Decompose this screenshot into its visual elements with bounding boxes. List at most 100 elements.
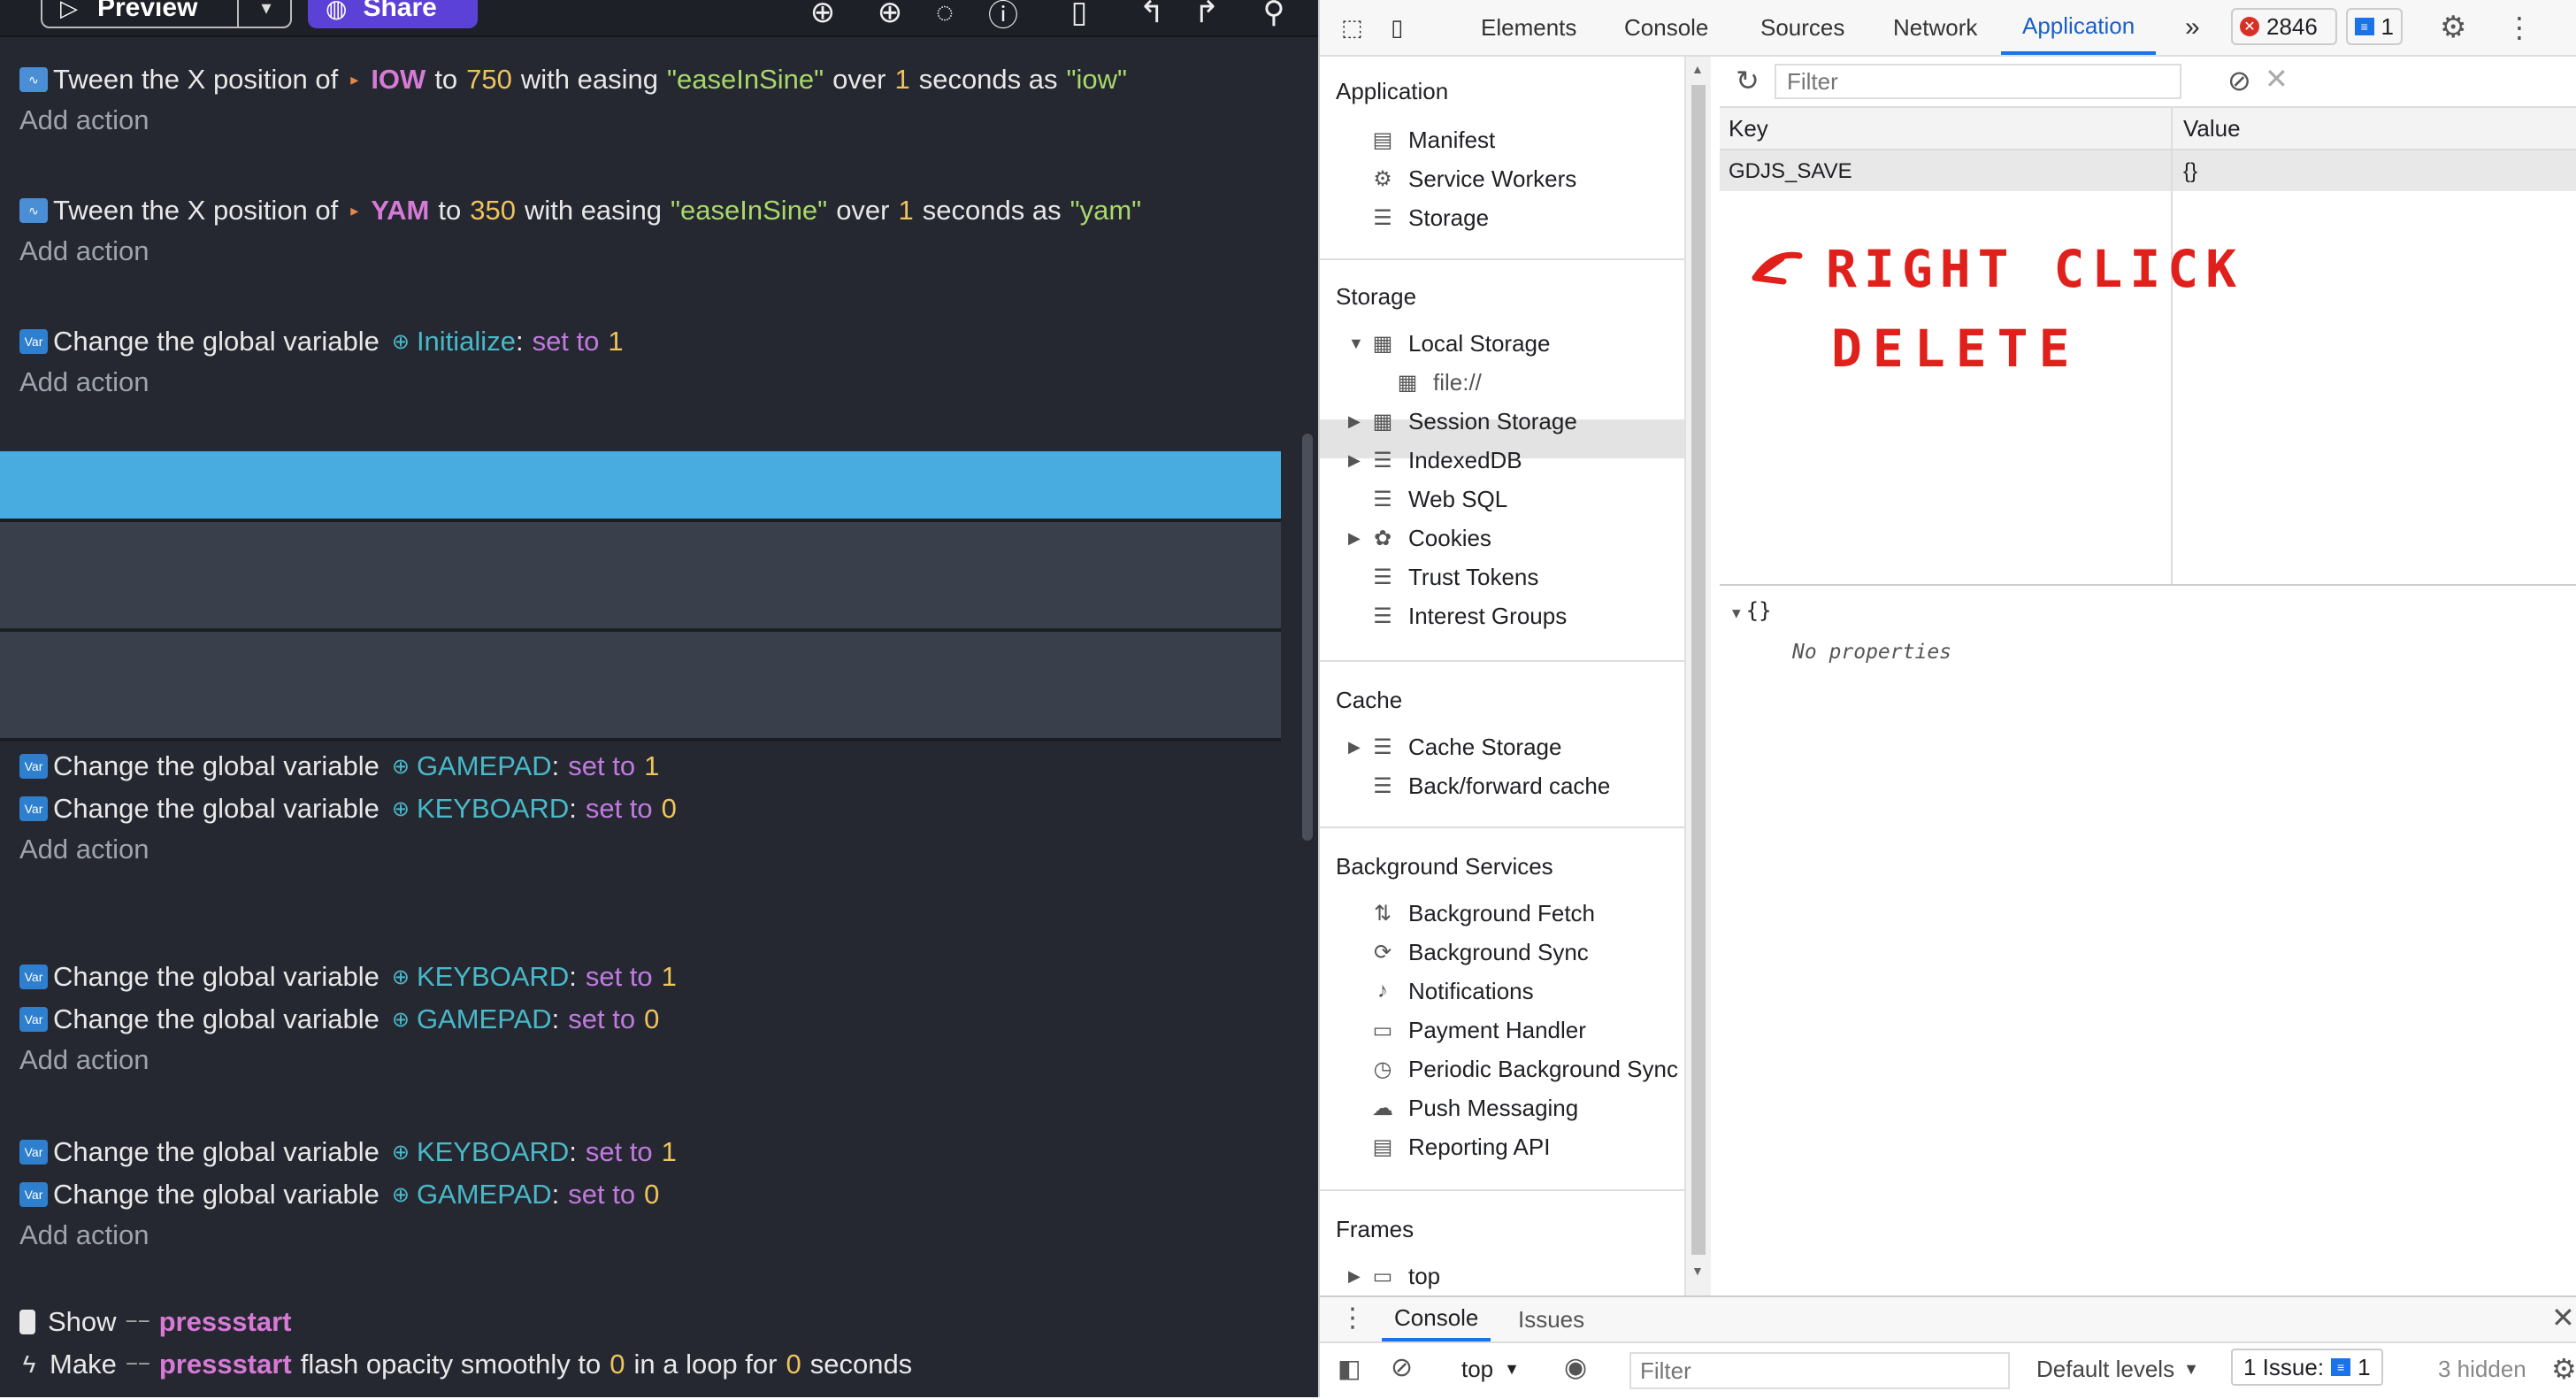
sidebar-item-periodic-background-sync[interactable]: ◷ Periodic Background Sync bbox=[1371, 1049, 1678, 1088]
sidebar-item-service-workers[interactable]: ⚙ Service Workers bbox=[1371, 159, 1576, 198]
add-comment-icon[interactable]: ◌ bbox=[927, 0, 962, 30]
sidebar-item-payment-handler[interactable]: ▭ Payment Handler bbox=[1371, 1011, 1586, 1049]
add-action-button[interactable]: Add action bbox=[19, 363, 150, 402]
sidebar-item-session-storage[interactable]: ▶ ▦ Session Storage bbox=[1348, 402, 1577, 441]
action-row[interactable]: Var Change the global variable ⊕ KEYBOAR… bbox=[19, 789, 677, 828]
action-row[interactable]: ϟ Make −− pressstart flash opacity smoot… bbox=[19, 1345, 921, 1384]
messages-badge[interactable]: ≡ 1 bbox=[2346, 8, 2403, 45]
add-action-button[interactable]: Add action bbox=[19, 830, 150, 869]
tab-application[interactable]: Application bbox=[2001, 0, 2157, 55]
live-expression-eye-icon[interactable]: ◉ bbox=[1564, 1352, 1587, 1383]
cookie-icon: ✿ bbox=[1373, 526, 1392, 550]
add-instruction-icon[interactable]: ⓘ bbox=[985, 0, 1021, 33]
sidebar-item-cache-storage[interactable]: ▶ ☰ Cache Storage bbox=[1348, 727, 1561, 766]
row-key-cell[interactable]: GDJS_SAVE bbox=[1729, 159, 1852, 184]
refresh-icon[interactable]: ↻ bbox=[1736, 64, 1760, 97]
clear-all-icon[interactable]: ⊘ bbox=[2227, 64, 2251, 97]
undo-icon[interactable]: ↰ bbox=[1134, 0, 1169, 30]
close-drawer-icon[interactable]: ✕ bbox=[2551, 1301, 2575, 1334]
sidebar-item-back-forward-cache[interactable]: ☰ Back/forward cache bbox=[1371, 766, 1610, 805]
log-levels-dropdown[interactable]: Default levels ▼ bbox=[2036, 1356, 2199, 1383]
sidebar-item-file-origin[interactable]: ▦ file:// bbox=[1396, 363, 1482, 402]
add-action-button[interactable]: Add action bbox=[19, 1216, 150, 1255]
delete-selected-icon[interactable]: ✕ bbox=[2265, 62, 2288, 96]
preview-dropdown-button[interactable]: ▾ bbox=[237, 0, 294, 28]
action-row[interactable]: Var Change the global variable ⊕ KEYBOAR… bbox=[19, 957, 677, 996]
sidebar-item-reporting-api[interactable]: ▤ Reporting API bbox=[1371, 1127, 1551, 1166]
file-icon: ▤ bbox=[1372, 1134, 1393, 1159]
variable-icon: Var bbox=[19, 796, 48, 821]
sidebar-item-indexeddb[interactable]: ▶ ☰ IndexedDB bbox=[1348, 441, 1522, 480]
add-action-button[interactable]: Add action bbox=[19, 101, 150, 140]
sidebar-item-push-messaging[interactable]: ☁ Push Messaging bbox=[1371, 1088, 1578, 1127]
search-icon[interactable]: ⚲ bbox=[1256, 0, 1292, 30]
drawer-menu-icon[interactable]: ⋮ bbox=[1339, 1303, 1366, 1334]
drawer-tab-issues[interactable]: Issues bbox=[1518, 1297, 1584, 1341]
more-tabs-icon[interactable]: » bbox=[2185, 0, 2200, 55]
scroll-down-arrow-icon[interactable]: ▼ bbox=[1691, 1264, 1704, 1278]
storage-filter-input[interactable] bbox=[1775, 64, 2181, 99]
sidebar-item-frame-top[interactable]: ▶ ▭ top bbox=[1348, 1257, 1440, 1295]
action-row[interactable]: Var Change the global variable ⊕ Initial… bbox=[19, 322, 624, 361]
action-row[interactable]: ∿ Tween the X position of ▸ YAM to 350 w… bbox=[19, 191, 1141, 230]
column-header-value[interactable]: Value bbox=[2183, 115, 2241, 142]
tab-network[interactable]: Network bbox=[1893, 0, 1977, 55]
inspect-element-icon[interactable]: ⬚ bbox=[1341, 0, 1363, 55]
errors-badge[interactable]: ✕ 2846 bbox=[2231, 8, 2337, 45]
sidebar-item-cookies[interactable]: ▶ ✿ Cookies bbox=[1348, 519, 1491, 557]
device-toolbar-icon[interactable]: ▯ bbox=[1391, 0, 1403, 55]
column-header-key[interactable]: Key bbox=[1729, 115, 1768, 142]
console-settings-gear-icon[interactable]: ⚙ bbox=[2551, 1352, 2576, 1386]
database-icon: ☰ bbox=[1373, 773, 1392, 798]
add-action-button[interactable]: Add action bbox=[19, 1041, 150, 1080]
drawer-tab-console[interactable]: Console bbox=[1382, 1297, 1491, 1341]
row-value-cell[interactable]: {} bbox=[2183, 159, 2197, 184]
variable-icon: Var bbox=[19, 965, 48, 989]
action-text: Tween the X position of bbox=[53, 64, 339, 95]
kebab-menu-icon[interactable]: ⋮ bbox=[2505, 0, 2534, 55]
selected-event-row[interactable] bbox=[0, 451, 1281, 522]
sidebar-item-local-storage[interactable]: ▼ ▦ Local Storage bbox=[1348, 324, 1550, 363]
event-row[interactable] bbox=[0, 522, 1281, 632]
sidebar-scrollbar[interactable]: ▲ ▼ bbox=[1684, 57, 1711, 1295]
tab-console[interactable]: Console bbox=[1624, 0, 1708, 55]
show-sidebar-icon[interactable]: ◧ bbox=[1338, 1354, 1361, 1383]
sidebar-item-storage[interactable]: ☰ Storage bbox=[1371, 198, 1489, 237]
action-row[interactable]: Var Change the global variable ⊕ GAMEPAD… bbox=[19, 1000, 659, 1039]
delete-icon[interactable]: ▯ bbox=[1062, 0, 1097, 30]
errors-count: 2846 bbox=[2266, 12, 2318, 40]
sidebar-item-trust-tokens[interactable]: ☰ Trust Tokens bbox=[1371, 557, 1538, 596]
action-row[interactable]: Var Change the global variable ⊕ KEYBOAR… bbox=[19, 1133, 677, 1172]
action-row[interactable]: Var Change the global variable ⊕ GAMEPAD… bbox=[19, 1175, 659, 1214]
clear-console-icon[interactable]: ⊘ bbox=[1391, 1352, 1413, 1383]
add-subevent-icon[interactable]: ⊕ bbox=[872, 0, 908, 30]
action-row[interactable]: Show −− pressstart bbox=[19, 1303, 292, 1341]
play-icon: ▷ bbox=[60, 0, 78, 21]
share-button[interactable]: ◍ Share bbox=[308, 0, 478, 28]
settings-gear-icon[interactable]: ⚙ bbox=[2440, 0, 2466, 55]
sidebar-item-web-sql[interactable]: ☰ Web SQL bbox=[1371, 480, 1507, 519]
context-selector[interactable]: top ▼ bbox=[1461, 1356, 1520, 1383]
sidebar-item-interest-groups[interactable]: ☰ Interest Groups bbox=[1371, 596, 1567, 635]
add-event-icon[interactable]: ⊕ bbox=[805, 0, 840, 30]
sidebar-scroll-thumb[interactable] bbox=[1691, 85, 1706, 1255]
tab-elements[interactable]: Elements bbox=[1481, 0, 1576, 55]
sidebar-item-notifications[interactable]: ♪ Notifications bbox=[1371, 972, 1534, 1011]
console-filter-input[interactable] bbox=[1629, 1352, 2010, 1389]
add-action-button[interactable]: Add action bbox=[19, 232, 150, 271]
redo-icon[interactable]: ↱ bbox=[1189, 0, 1224, 30]
event-sheet-scrollbar[interactable] bbox=[1302, 434, 1313, 841]
action-row[interactable]: Var Change the global variable ⊕ GAMEPAD… bbox=[19, 747, 659, 786]
table-row[interactable]: GDJS_SAVE {} bbox=[1720, 150, 2576, 191]
sidebar-item-background-fetch[interactable]: ⇅ Background Fetch bbox=[1371, 894, 1595, 933]
tab-sources[interactable]: Sources bbox=[1760, 0, 1844, 55]
sync-icon: ⟳ bbox=[1373, 940, 1392, 965]
param-number: 0 bbox=[644, 1003, 660, 1034]
issues-counter[interactable]: 1 Issue: ≡ 1 bbox=[2231, 1349, 2383, 1386]
sidebar-item-manifest[interactable]: ▤ Manifest bbox=[1371, 120, 1496, 159]
sidebar-item-background-sync[interactable]: ⟳ Background Sync bbox=[1371, 933, 1589, 972]
scroll-up-arrow-icon[interactable]: ▲ bbox=[1691, 62, 1704, 76]
action-row[interactable]: ∿ Tween the X position of ▸ IOW to 750 w… bbox=[19, 60, 1127, 99]
preview-root[interactable]: ▼{} bbox=[1732, 598, 1772, 623]
event-row[interactable] bbox=[0, 632, 1281, 742]
